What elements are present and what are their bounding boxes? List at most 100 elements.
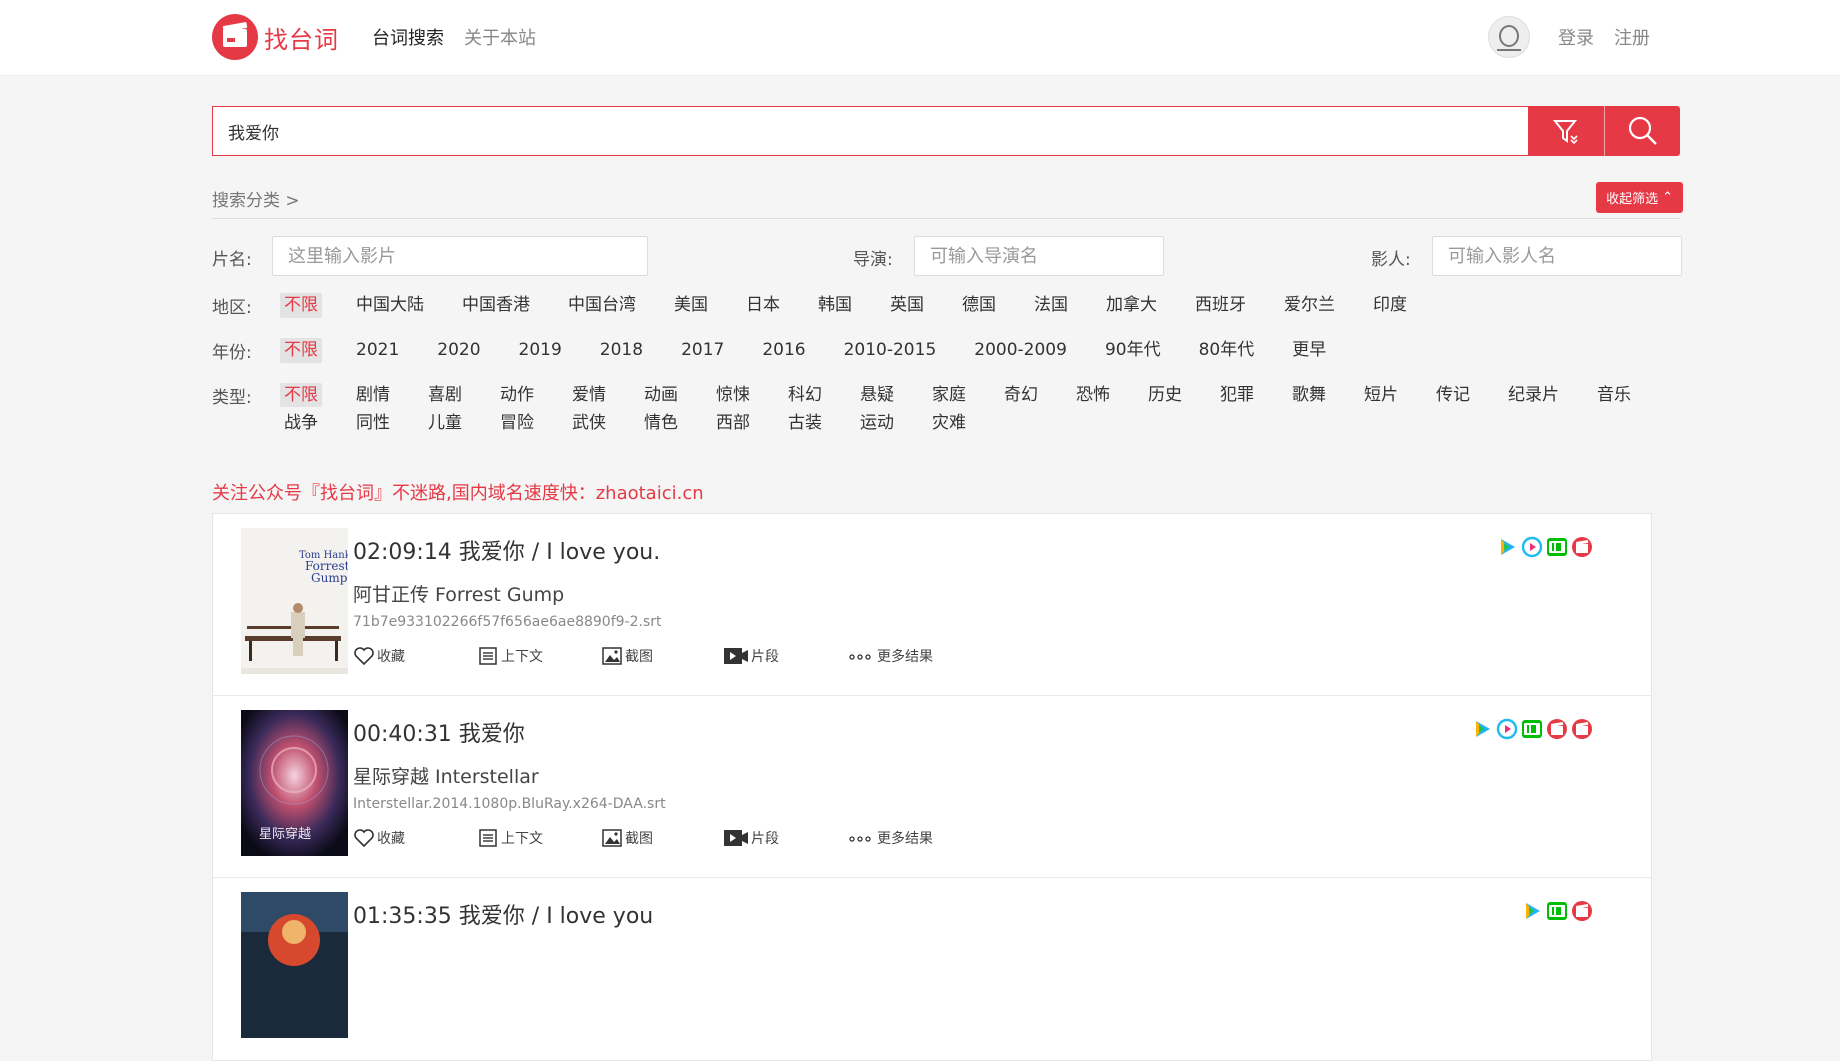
search-input[interactable] [212, 106, 1528, 156]
result-time-title[interactable]: 02:09:14 我爱你 / I love you. [353, 534, 660, 566]
director-input[interactable] [914, 236, 1164, 276]
login-link[interactable]: 登录 [1558, 24, 1594, 50]
filter-option[interactable]: 西班牙 [1191, 293, 1250, 318]
filter-option[interactable]: 科幻 [784, 383, 826, 407]
filter-option[interactable]: 法国 [1030, 293, 1072, 318]
filter-option[interactable]: 2019 [515, 338, 566, 363]
iqiyi-platform-icon[interactable] [1546, 536, 1568, 558]
filter-option[interactable]: 动画 [640, 383, 682, 407]
filter-option[interactable]: 2016 [758, 338, 809, 363]
avatar-icon[interactable] [1488, 16, 1530, 58]
filter-option[interactable]: 80年代 [1195, 338, 1259, 363]
filter-option[interactable]: 中国大陆 [352, 293, 428, 318]
filter-option[interactable]: 惊悚 [712, 383, 754, 407]
filter-button[interactable] [1528, 106, 1604, 156]
filter-option[interactable]: 情色 [640, 411, 682, 435]
filter-option[interactable]: 传记 [1432, 383, 1474, 407]
result-movie-title[interactable]: 星际穿越 Interstellar [353, 762, 539, 789]
filter-option[interactable]: 纪录片 [1504, 383, 1563, 407]
filter-option[interactable]: 西部 [712, 411, 754, 435]
filter-option[interactable]: 不限 [280, 383, 322, 407]
filter-option[interactable]: 加拿大 [1102, 293, 1161, 318]
filter-option[interactable]: 家庭 [928, 383, 970, 407]
filter-option[interactable]: 古装 [784, 411, 826, 435]
filter-option[interactable]: 战争 [280, 411, 322, 435]
filter-option[interactable]: 中国香港 [458, 293, 534, 318]
filter-option[interactable]: 不限 [280, 338, 322, 363]
screenshot-button[interactable]: 截图 [601, 827, 723, 849]
breadcrumb[interactable]: 搜索分类 > [212, 186, 300, 211]
movie-poster[interactable]: Tom Hanks Forrest Gump [241, 528, 348, 674]
filter-option[interactable]: 歌舞 [1288, 383, 1330, 407]
filter-option[interactable]: 2017 [677, 338, 728, 363]
filter-option[interactable]: 剧情 [352, 383, 394, 407]
filter-option[interactable]: 武侠 [568, 411, 610, 435]
tencent-platform-icon[interactable] [1471, 718, 1493, 740]
youku-platform-icon[interactable] [1496, 718, 1518, 740]
film-platform-icon[interactable] [1571, 536, 1593, 558]
nav-about[interactable]: 关于本站 [464, 24, 536, 50]
search-button[interactable] [1604, 106, 1680, 156]
filter-option[interactable]: 2021 [352, 338, 403, 363]
filter-option[interactable]: 中国台湾 [564, 293, 640, 318]
filter-option[interactable]: 运动 [856, 411, 898, 435]
nav-line-search[interactable]: 台词搜索 [372, 24, 444, 50]
film-platform-icon[interactable] [1546, 718, 1568, 740]
filter-option[interactable]: 冒险 [496, 411, 538, 435]
favorite-button[interactable]: 收藏 [353, 827, 477, 849]
actor-input[interactable] [1432, 236, 1682, 276]
more-button[interactable]: 更多结果 [847, 827, 957, 849]
filter-option[interactable]: 犯罪 [1216, 383, 1258, 407]
filter-option[interactable]: 不限 [280, 293, 322, 318]
more-button[interactable]: 更多结果 [847, 645, 957, 667]
movie-poster[interactable] [241, 892, 348, 1038]
iqiyi-platform-icon[interactable] [1521, 718, 1543, 740]
filter-option[interactable]: 音乐 [1593, 383, 1635, 407]
filter-option[interactable]: 恐怖 [1072, 383, 1114, 407]
title-input[interactable] [272, 236, 648, 276]
filter-option[interactable]: 2010-2015 [840, 338, 941, 363]
youku-platform-icon[interactable] [1521, 536, 1543, 558]
filter-option[interactable]: 动作 [496, 383, 538, 407]
clip-button[interactable]: 片段 [723, 827, 847, 849]
site-logo[interactable]: 找台词 [212, 14, 339, 60]
favorite-button[interactable]: 收藏 [353, 645, 477, 667]
collapse-filter-button[interactable]: 收起筛选 ⌃ [1596, 182, 1683, 213]
filter-option[interactable]: 英国 [886, 293, 928, 318]
result-movie-title[interactable]: 阿甘正传 Forrest Gump [353, 580, 564, 607]
filter-option[interactable]: 日本 [742, 293, 784, 318]
filter-option[interactable]: 儿童 [424, 411, 466, 435]
tencent-platform-icon[interactable] [1521, 900, 1543, 922]
tencent-platform-icon[interactable] [1496, 536, 1518, 558]
film-platform-icon[interactable] [1571, 718, 1593, 740]
filter-option[interactable]: 喜剧 [424, 383, 466, 407]
context-icon [479, 829, 497, 847]
filter-option[interactable]: 更早 [1288, 338, 1330, 363]
filter-option[interactable]: 悬疑 [856, 383, 898, 407]
filter-option[interactable]: 2018 [596, 338, 647, 363]
filter-option[interactable]: 2020 [433, 338, 484, 363]
filter-option[interactable]: 历史 [1144, 383, 1186, 407]
result-time-title[interactable]: 00:40:31 我爱你 [353, 716, 525, 748]
register-link[interactable]: 注册 [1614, 24, 1650, 50]
filter-option[interactable]: 奇幻 [1000, 383, 1042, 407]
filter-option[interactable]: 韩国 [814, 293, 856, 318]
filter-option[interactable]: 美国 [670, 293, 712, 318]
filter-option[interactable]: 同性 [352, 411, 394, 435]
movie-poster[interactable]: 星际穿越 [241, 710, 348, 856]
iqiyi-platform-icon[interactable] [1546, 900, 1568, 922]
screenshot-button[interactable]: 截图 [601, 645, 723, 667]
film-platform-icon[interactable] [1571, 900, 1593, 922]
filter-option[interactable]: 90年代 [1101, 338, 1165, 363]
filter-option[interactable]: 爱尔兰 [1280, 293, 1339, 318]
context-button[interactable]: 上下文 [477, 827, 601, 849]
context-button[interactable]: 上下文 [477, 645, 601, 667]
filter-option[interactable]: 德国 [958, 293, 1000, 318]
result-time-title[interactable]: 01:35:35 我爱你 / I love you [353, 898, 653, 930]
clip-button[interactable]: 片段 [723, 645, 847, 667]
filter-option[interactable]: 灾难 [928, 411, 970, 435]
filter-option[interactable]: 爱情 [568, 383, 610, 407]
filter-option[interactable]: 2000-2009 [970, 338, 1071, 363]
filter-option[interactable]: 短片 [1360, 383, 1402, 407]
filter-option[interactable]: 印度 [1369, 293, 1411, 318]
